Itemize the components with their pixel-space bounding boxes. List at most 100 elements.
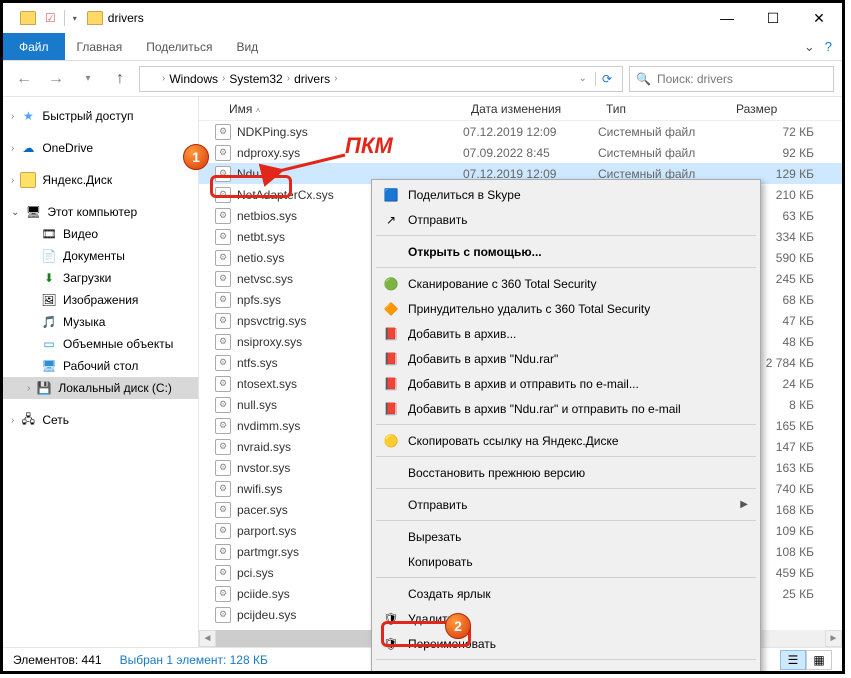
ctx-item-label: Создать ярлык [408,587,491,601]
nav-videos[interactable]: Видео [3,223,198,245]
column-headers[interactable]: Имя ˄ Дата изменения Тип Размер [199,97,842,121]
context-menu-item[interactable]: 📕Добавить в архив "Ndu.rar" и отправить … [374,396,758,421]
file-name: partmgr.sys [237,545,299,559]
network-icon [20,412,36,428]
file-name: npfs.sys [237,293,281,307]
context-menu-item[interactable]: 📕Добавить в архив... [374,321,758,346]
context-menu-item[interactable]: 🔶Принудительно удалить с 360 Total Secur… [374,296,758,321]
context-menu-item[interactable]: Отправить▶ [374,492,758,517]
context-menu-item[interactable]: 📕 Добавить в архив и отправить по e-mail.… [374,371,758,396]
context-menu-item[interactable]: 🟢Сканирование с 360 Total Security [374,271,758,296]
ctx-item-label: Вырезать [408,530,461,544]
context-menu-item[interactable]: 🟦Поделиться в Skype [374,182,758,207]
file-name: nvstor.sys [237,461,290,475]
search-box[interactable]: 🔍 Поиск: drivers [629,66,834,92]
sys-file-icon [215,397,231,413]
sys-file-icon [215,208,231,224]
file-size: 92 КБ [728,146,842,160]
folder-icon [20,11,36,25]
nav-yandex-disk[interactable]: ›Яндекс.Диск [3,169,198,191]
address-bar[interactable]: › Windows › System32 › drivers › ⌄ ⟳ [139,66,623,92]
view-details-button[interactable]: ☰ [780,650,806,670]
file-name: Ndu.sys [237,167,280,181]
nav-documents[interactable]: Документы [3,245,198,267]
ctx-item-label: Поделиться в Skype [408,188,521,202]
nav-downloads[interactable]: Загрузки [3,267,198,289]
onedrive-icon [20,140,36,156]
file-row[interactable]: NDKPing.sys07.12.2019 12:09Системный фай… [199,121,842,142]
file-name: nsiproxy.sys [237,335,302,349]
close-button[interactable]: ✕ [796,3,842,33]
nav-desktop[interactable]: Рабочий стол [3,355,198,377]
scroll-left-icon[interactable]: ◄ [199,630,216,647]
context-menu-item[interactable]: 🛡Удалить [374,606,758,631]
ribbon-expand-icon[interactable]: ⌄ [804,39,815,55]
scroll-right-icon[interactable]: ► [825,630,842,647]
context-menu-item[interactable]: 📕Добавить в архив "Ndu.rar" [374,346,758,371]
maximize-button[interactable]: ☐ [750,3,796,33]
ctx-item-icon: 📕 [382,375,400,393]
ctx-item-label: Скопировать ссылку на Яндекс.Диске [408,434,619,448]
nav-network[interactable]: ›Сеть [3,409,198,431]
breadcrumb-segment[interactable]: drivers [294,72,330,86]
refresh-icon[interactable]: ⟳ [595,72,618,86]
nav-this-pc[interactable]: ⌄Этот компьютер [3,201,198,223]
context-menu-item[interactable]: Копировать [374,549,758,574]
context-menu-item[interactable]: Восстановить прежнюю версию [374,460,758,485]
view-large-icons-button[interactable]: ▦ [806,650,832,670]
help-icon[interactable]: ? [825,39,832,54]
context-menu-item[interactable]: 🟡Скопировать ссылку на Яндекс.Диске [374,428,758,453]
minimize-button[interactable]: — [704,3,750,33]
nav-onedrive[interactable]: ›OneDrive [3,137,198,159]
context-menu: 🟦Поделиться в Skype↗Отправить Открыть с п… [371,179,761,674]
sys-file-icon [215,313,231,329]
nav-images[interactable]: Изображения [3,289,198,311]
search-placeholder: Поиск: drivers [657,72,733,86]
qat-dropdown-icon[interactable]: ▾ [73,14,77,23]
context-menu-item[interactable]: Открыть с помощью... [374,239,758,264]
nav-music[interactable]: Музыка [3,311,198,333]
annotation-arrow [275,149,355,192]
status-item-count: Элементов: 441 [13,653,102,667]
qat-check-icon[interactable]: ☑ [45,11,56,25]
ctx-item-label: Добавить в архив и отправить по e-mail..… [408,377,639,391]
window-title: drivers [108,11,144,25]
sys-file-icon [215,292,231,308]
ctx-item-label: Восстановить прежнюю версию [408,466,585,480]
nav-up-button[interactable]: ↑ [107,66,133,92]
pc-icon [25,204,41,220]
annotation-label-pkm: ПКМ [345,133,393,159]
context-menu-item[interactable]: Вырезать [374,524,758,549]
file-name: ntosext.sys [237,377,297,391]
ctx-item-icon: 📕 [382,325,400,343]
context-menu-item[interactable]: Создать ярлык [374,581,758,606]
addr-folder-icon [144,73,158,85]
nav-local-disk-c[interactable]: ›Локальный диск (C:) [3,377,198,399]
ctx-item-label: Переименовать [408,637,496,651]
nav-back-button[interactable]: ← [11,66,37,92]
file-name: nvraid.sys [237,440,291,454]
navigation-pane: ›Быстрый доступ ›OneDrive ›Яндекс.Диск ⌄… [3,97,199,647]
home-tab[interactable]: Главная [65,33,135,60]
breadcrumb-segment[interactable]: Windows [169,72,218,86]
file-tab[interactable]: Файл [3,33,65,60]
share-tab[interactable]: Поделиться [134,33,224,60]
yandex-disk-icon [20,172,36,188]
ctx-item-icon: ↗ [382,211,400,229]
nav-quick-access[interactable]: ›Быстрый доступ [3,105,198,127]
nav-forward-button: → [43,66,69,92]
ctx-item-label: Принудительно удалить с 360 Total Securi… [408,302,650,316]
nav-3d-objects[interactable]: Объемные объекты [3,333,198,355]
sys-file-icon [215,334,231,350]
breadcrumb-segment[interactable]: System32 [229,72,282,86]
file-name: netbios.sys [237,209,297,223]
nav-recent-dropdown[interactable]: ▾ [75,66,101,92]
context-menu-item[interactable]: Свойства [374,663,758,674]
star-icon [20,108,36,124]
view-tab[interactable]: Вид [224,33,270,60]
context-menu-item[interactable]: ↗Отправить [374,207,758,232]
submenu-arrow-icon: ▶ [740,499,748,510]
context-menu-item[interactable]: 🛡Переименовать [374,631,758,656]
address-history-dropdown[interactable]: ⌄ [573,73,593,84]
sys-file-icon [215,565,231,581]
